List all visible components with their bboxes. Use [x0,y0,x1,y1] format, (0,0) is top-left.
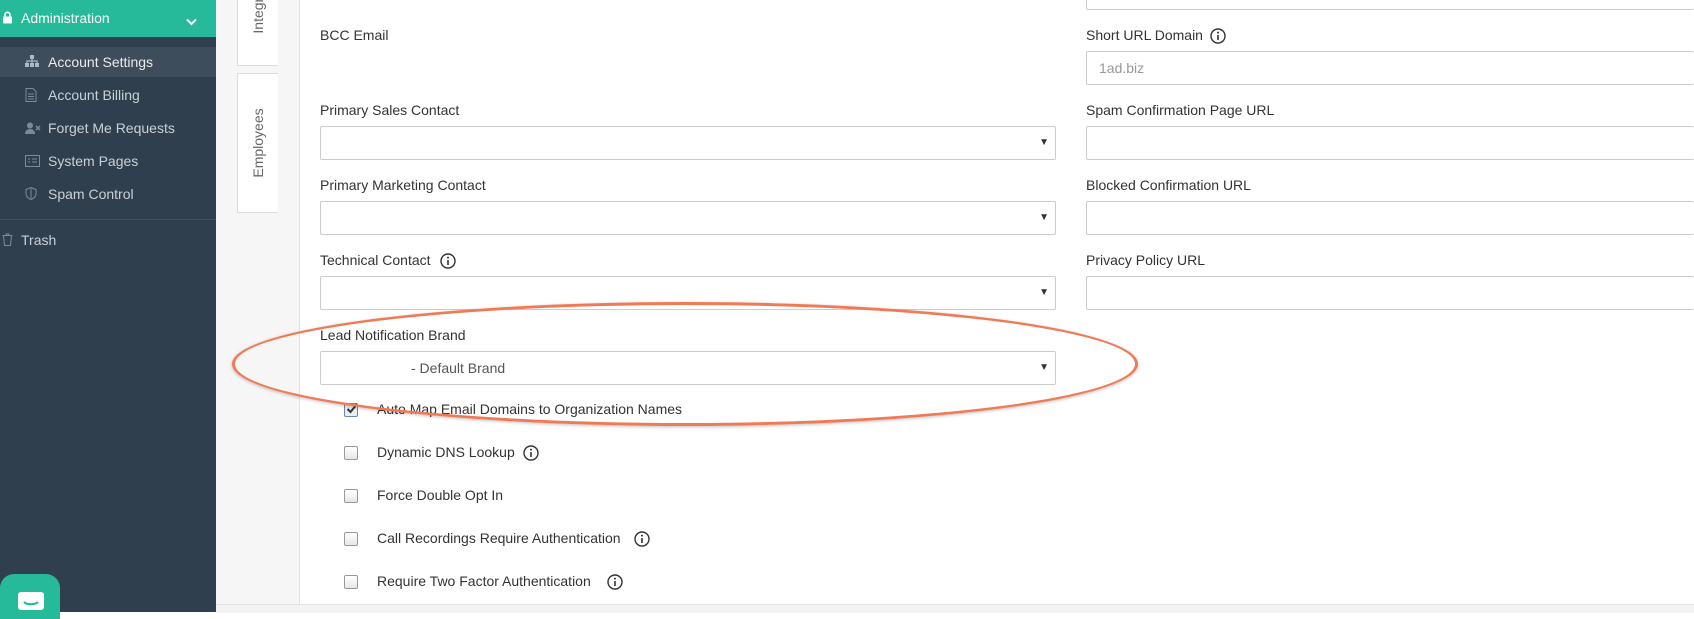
primary-marketing-contact-label: Primary Marketing Contact [320,177,486,193]
primary-sales-contact-label: Primary Sales Contact [320,102,460,118]
content-border [299,0,300,604]
sidebar-item-account-settings[interactable]: Account Settings [0,47,216,77]
privacy-policy-url-input[interactable] [1086,276,1694,310]
call-recordings-auth-checkbox[interactable] [344,532,358,546]
technical-contact-label: Technical Contact [320,252,431,268]
trash-icon [2,233,13,249]
info-icon[interactable] [607,574,623,593]
info-icon[interactable] [634,531,650,550]
short-url-domain-input[interactable]: 1ad.biz [1086,51,1694,85]
force-double-opt-in-label: Force Double Opt In [377,487,504,503]
short-url-domain-label: Short URL Domain [1086,27,1203,43]
dynamic-dns-lookup-label: Dynamic DNS Lookup [377,444,515,460]
shield-icon [25,186,37,203]
chat-button[interactable] [0,574,60,619]
caret-down-icon: ▼ [1039,212,1049,223]
list-icon [25,154,40,170]
sidebar-item-account-billing[interactable]: Account Billing [0,80,216,110]
dynamic-dns-lookup-checkbox[interactable] [344,446,358,460]
sidebar-item-label: Trash [21,232,57,248]
spam-confirmation-url-input[interactable] [1086,126,1694,160]
sidebar-item-label: Spam Control [48,186,134,202]
sidebar-item-forget-me-requests[interactable]: Forget Me Requests [0,113,216,143]
user-remove-icon [25,121,41,137]
tab-label: Employees [250,108,266,178]
info-icon[interactable] [440,253,456,272]
primary-sales-contact-select[interactable]: ▼ [320,126,1056,160]
blocked-confirmation-url-label: Blocked Confirmation URL [1086,177,1251,193]
sidebar-item-label: System Pages [48,153,139,169]
administration-menu-toggle[interactable]: Administration [0,0,216,37]
caret-down-icon: ▼ [1039,137,1049,148]
force-double-opt-in-checkbox[interactable] [344,489,358,503]
sidebar-item-label: Account Billing [48,87,140,103]
caret-down-icon: ▼ [1039,287,1049,298]
input-value: 1ad.biz [1099,60,1145,76]
tab-employees[interactable]: Employees [237,73,278,213]
document-icon [25,88,37,105]
sidebar-divider [0,219,216,220]
tab-label: Integrations [250,0,266,34]
info-icon[interactable] [1210,28,1226,47]
sidebar-item-label: Forget Me Requests [48,120,175,136]
tab-integrations[interactable]: Integrations [237,0,278,66]
annotation-highlight-ellipse [232,302,1138,426]
top-partial-input[interactable] [1086,0,1694,10]
chevron-down-icon [186,13,197,29]
lock-icon [2,11,13,27]
sidebar-item-system-pages[interactable]: System Pages [0,146,216,176]
sidebar-item-spam-control[interactable]: Spam Control [0,179,216,209]
require-two-factor-label: Require Two Factor Authentication [377,573,591,589]
spam-confirmation-url-label: Spam Confirmation Page URL [1086,102,1275,118]
sidebar: Administration Account Settings Account … [0,0,216,619]
privacy-policy-url-label: Privacy Policy URL [1086,252,1206,268]
call-recordings-auth-label: Call Recordings Require Authentication [377,530,621,546]
sitemap-icon [25,55,39,71]
sidebar-item-label: Account Settings [48,54,154,70]
primary-marketing-contact-select[interactable]: ▼ [320,201,1056,235]
bcc-email-label: BCC Email [320,27,389,43]
administration-label: Administration [21,10,110,26]
blocked-confirmation-url-input[interactable] [1086,201,1694,235]
require-two-factor-checkbox[interactable] [344,575,358,589]
sidebar-item-trash[interactable]: Trash [0,229,216,249]
info-icon[interactable] [523,445,539,464]
